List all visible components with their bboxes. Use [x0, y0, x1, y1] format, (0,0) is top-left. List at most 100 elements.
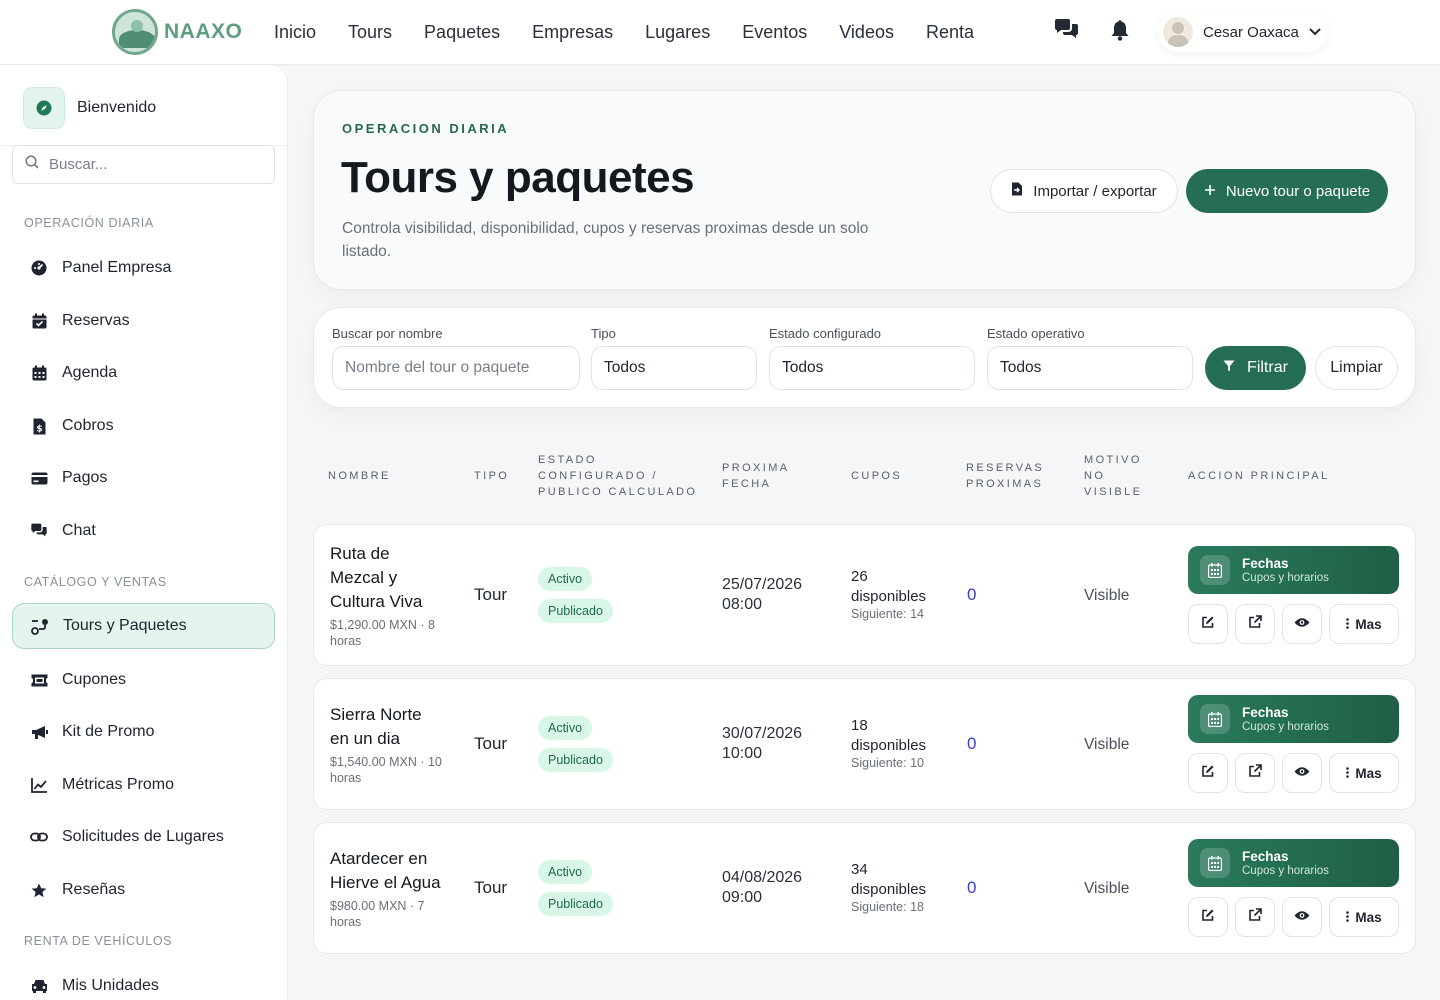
next-date: 30/07/2026 10:00: [722, 724, 802, 764]
sidebar-item-solicitudes-lugares[interactable]: Solicitudes de Lugares: [12, 814, 275, 860]
next-date: 25/07/2026 08:00: [722, 575, 802, 615]
fechas-button[interactable]: Fechas Cupos y horarios: [1188, 839, 1399, 887]
import-export-button[interactable]: Importar / exportar: [990, 169, 1178, 213]
reservas-count-link[interactable]: 0: [967, 734, 976, 754]
col-fecha-line: FECHA: [722, 478, 772, 490]
notifications-bell-icon[interactable]: [1110, 19, 1130, 41]
sidebar-item-metricas-promo[interactable]: Métricas Promo: [12, 762, 275, 808]
more-button[interactable]: Mas: [1329, 753, 1399, 793]
sidebar-item-label: Tours y Paquetes: [63, 617, 187, 634]
tour-meta: $980.00 MXN · 7 horas: [330, 898, 450, 930]
svg-text:$: $: [36, 424, 42, 434]
visibility-reason: Visible: [1084, 880, 1130, 897]
cupos-count: 18: [851, 717, 868, 734]
next-date-time: 08:00: [722, 596, 763, 613]
sidebar-item-chat[interactable]: Chat: [12, 508, 275, 554]
fechas-button[interactable]: Fechas Cupos y horarios: [1188, 546, 1399, 594]
user-menu[interactable]: Cesar Oaxaca: [1158, 12, 1328, 52]
more-vertical-icon: [1346, 910, 1350, 925]
chevron-down-icon: [1309, 23, 1321, 41]
sidebar-item-cupones[interactable]: Cupones: [12, 657, 275, 703]
sidebar-item-resenas[interactable]: Reseñas: [12, 867, 275, 913]
filter-type-select[interactable]: Todos: [591, 346, 757, 390]
col-reservas-line: PROXIMAS: [966, 478, 1044, 490]
clear-button[interactable]: Limpiar: [1315, 346, 1398, 390]
sidebar-item-panel-empresa[interactable]: Panel Empresa: [12, 245, 275, 291]
table-row: Sierra Norte en un dia $1,540.00 MXN · 1…: [313, 678, 1416, 810]
external-link-icon: [1248, 907, 1262, 927]
more-button[interactable]: Mas: [1329, 604, 1399, 644]
filter-op-select[interactable]: Todos: [987, 346, 1193, 390]
filter-button[interactable]: Filtrar: [1205, 346, 1306, 390]
sidebar-item-label: Reseñas: [62, 881, 126, 898]
sidebar-item-reservas[interactable]: Reservas: [12, 298, 275, 344]
public-badge: Publicado: [538, 892, 613, 916]
nav-paquetes[interactable]: Paquetes: [424, 22, 500, 43]
tour-name[interactable]: Atardecer en Hierve el Agua: [330, 847, 450, 895]
cupos-label: disponibles: [851, 588, 927, 605]
open-external-button[interactable]: [1235, 753, 1275, 793]
open-external-button[interactable]: [1235, 604, 1275, 644]
edit-button[interactable]: [1188, 604, 1228, 644]
col-estado-line: PUBLICO CALCULADO: [538, 486, 698, 498]
col-motivo-line: MOTIVO: [1084, 454, 1142, 466]
preview-button[interactable]: [1282, 753, 1322, 793]
nav-videos[interactable]: Videos: [839, 22, 894, 43]
filter-config-select[interactable]: Todos: [769, 346, 975, 390]
calendar-icon: [1200, 704, 1230, 734]
reservas-count-link[interactable]: 0: [967, 585, 976, 605]
main-nav: Inicio Tours Paquetes Empresas Lugares E…: [274, 0, 974, 65]
megaphone-icon: [30, 723, 48, 741]
search-input[interactable]: [49, 156, 249, 173]
fechas-button[interactable]: Fechas Cupos y horarios: [1188, 695, 1399, 743]
more-label: Mas: [1355, 616, 1382, 632]
tour-name-line: Cultura Viva: [330, 592, 423, 611]
nav-tours[interactable]: Tours: [348, 22, 392, 43]
chat-icon[interactable]: [1053, 18, 1080, 42]
sidebar-item-cobros[interactable]: $ Cobros: [12, 403, 275, 449]
edit-button[interactable]: [1188, 753, 1228, 793]
tour-name-line: Atardecer en: [330, 849, 428, 868]
tour-type: Tour: [474, 734, 508, 753]
page-title: Tours y paquetes: [341, 153, 695, 202]
sidebar-search[interactable]: [12, 145, 275, 184]
tour-type: Tour: [474, 585, 508, 604]
new-tour-button[interactable]: Nuevo tour o paquete: [1186, 169, 1388, 213]
tour-name[interactable]: Ruta de Mezcal y Cultura Viva: [330, 542, 450, 614]
compass-icon: [23, 87, 65, 129]
more-button[interactable]: Mas: [1329, 897, 1399, 937]
filter-name-input[interactable]: Nombre del tour o paquete: [332, 346, 580, 390]
next-date-time: 10:00: [722, 745, 763, 762]
section-label-renta: RENTA DE VEHÍCULOS: [24, 934, 173, 948]
sidebar-item-tours-paquetes[interactable]: Tours y Paquetes: [12, 603, 275, 649]
calendar-check-icon: [30, 312, 48, 330]
sidebar-item-label: Mis Unidades: [62, 977, 159, 994]
nav-eventos[interactable]: Eventos: [742, 22, 807, 43]
cupos: 34 disponibles Siguiente: 18: [851, 860, 926, 914]
brand-logo[interactable]: NAAXO: [112, 9, 242, 55]
sidebar-item-mis-unidades[interactable]: Mis Unidades: [12, 963, 275, 1000]
brand-name: NAAXO: [164, 20, 243, 43]
open-external-button[interactable]: [1235, 897, 1275, 937]
tour-name[interactable]: Sierra Norte en un dia: [330, 703, 450, 751]
tour-type: Tour: [474, 878, 508, 897]
nav-lugares[interactable]: Lugares: [645, 22, 710, 43]
tour-meta: $1,540.00 MXN · 10 horas: [330, 754, 450, 786]
sidebar-item-label: Kit de Promo: [62, 723, 155, 740]
cupos-next: Siguiente: 14: [851, 607, 924, 621]
nav-empresas[interactable]: Empresas: [532, 22, 613, 43]
sidebar-item-pagos[interactable]: Pagos: [12, 455, 275, 501]
preview-button[interactable]: [1282, 604, 1322, 644]
cupos-count: 34: [851, 861, 868, 878]
reservas-count-link[interactable]: 0: [967, 878, 976, 898]
edit-icon: [1201, 615, 1215, 634]
edit-icon: [1201, 908, 1215, 927]
edit-button[interactable]: [1188, 897, 1228, 937]
sidebar-item-agenda[interactable]: Agenda: [12, 350, 275, 396]
filters-card: Buscar por nombre Nombre del tour o paqu…: [313, 307, 1416, 408]
nav-inicio[interactable]: Inicio: [274, 22, 316, 43]
sidebar-item-kit-promo[interactable]: Kit de Promo: [12, 709, 275, 755]
preview-button[interactable]: [1282, 897, 1322, 937]
sidebar-welcome[interactable]: Bienvenido: [23, 87, 156, 129]
nav-renta[interactable]: Renta: [926, 22, 974, 43]
